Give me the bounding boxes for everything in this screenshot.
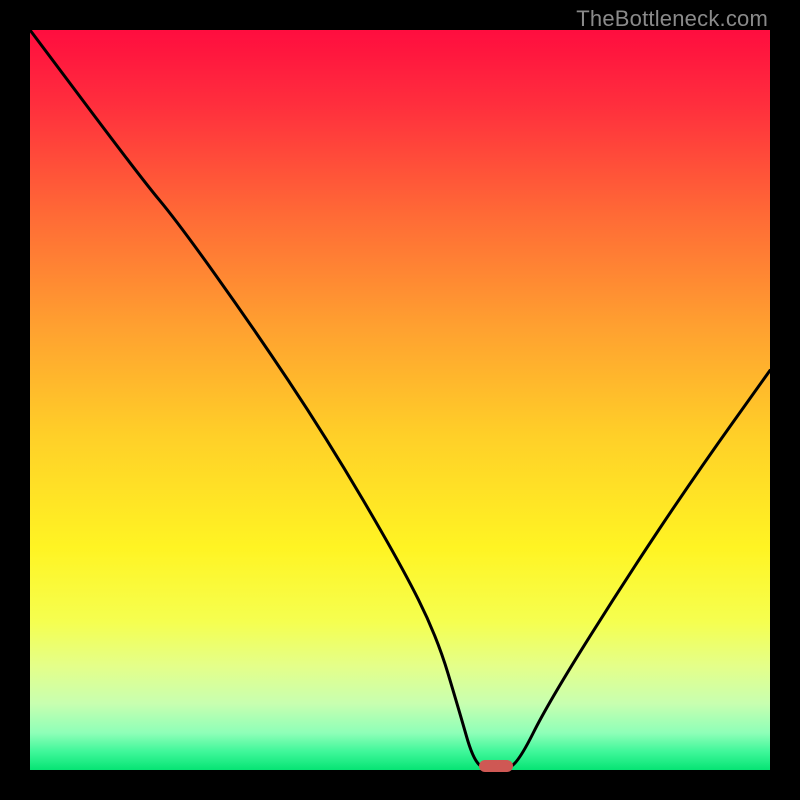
optimal-marker [479, 760, 513, 772]
watermark-text: TheBottleneck.com [576, 6, 768, 32]
background-gradient [30, 30, 770, 770]
chart-container: TheBottleneck.com [0, 0, 800, 800]
plot-area [30, 30, 770, 770]
